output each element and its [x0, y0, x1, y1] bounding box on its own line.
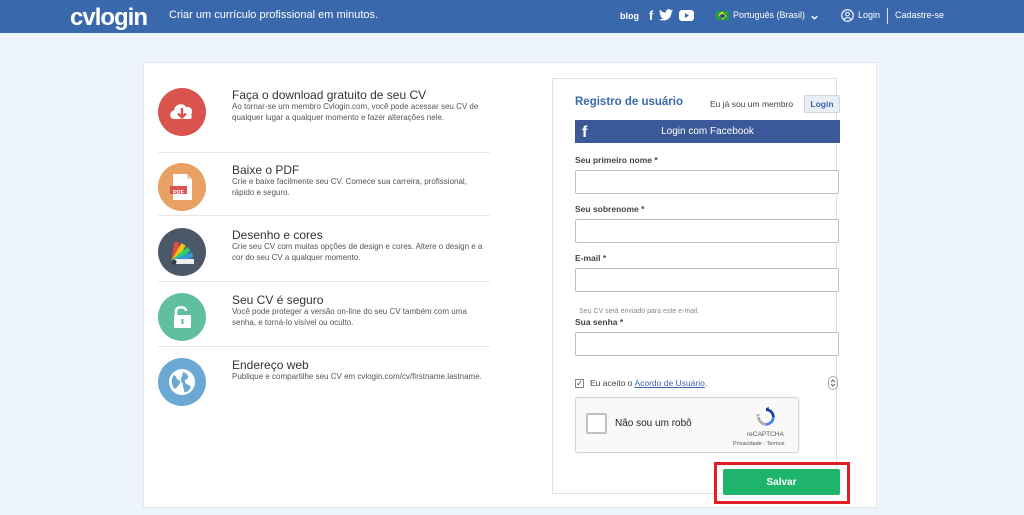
save-button[interactable]: Salvar: [723, 469, 840, 495]
brazil-flag-icon: [716, 11, 729, 20]
facebook-icon[interactable]: f: [646, 8, 656, 23]
form-title: Registro de usuário: [575, 96, 683, 108]
last-name-input[interactable]: [575, 219, 839, 243]
terms-prefix: Eu aceito o: [590, 378, 633, 388]
blog-link[interactable]: blog: [620, 11, 639, 21]
color-palette-icon: [158, 228, 206, 276]
already-member-text: Eu já sou um membro: [710, 99, 794, 109]
user-agreement-link[interactable]: Acordo de Usuário: [634, 378, 704, 388]
first-name-input[interactable]: [575, 170, 839, 194]
youtube-icon[interactable]: [678, 8, 694, 22]
email-help-text: Seu CV será enviado para este e-mail.: [579, 308, 700, 315]
login-button[interactable]: Login: [804, 95, 840, 113]
pdf-icon: PDF: [158, 163, 206, 211]
download-icon: [158, 88, 206, 136]
info-icon[interactable]: [828, 376, 838, 390]
header-login-link[interactable]: Login: [858, 10, 880, 20]
header-tagline: Criar um currículo profissional em minut…: [169, 9, 379, 21]
feature-title: Faça o download gratuito de seu CV: [232, 88, 427, 102]
divider: [158, 152, 490, 153]
password-label: Sua senha *: [575, 317, 624, 327]
password-input[interactable]: [575, 332, 839, 356]
feature-title: Baixe o PDF: [232, 163, 300, 177]
email-label: E-mail *: [575, 253, 607, 263]
feature-title: Endereço web: [232, 358, 309, 372]
user-icon[interactable]: [841, 9, 854, 27]
recaptcha-privacy-terms-links[interactable]: Privacidade - Termos: [733, 441, 785, 447]
feature-description: Crie e baixe facilmente seu CV. Comece s…: [232, 177, 467, 197]
terms-checkbox[interactable]: ✓: [575, 379, 584, 388]
last-name-label: Seu sobrenome *: [575, 204, 645, 214]
feature-title: Seu CV é seguro: [232, 293, 324, 307]
recaptcha-label: Não sou um robô: [615, 418, 692, 429]
feature-description: Ao tornar-se um membro Cvlogin.com, você…: [232, 102, 479, 122]
recaptcha-brand: reCAPTCHA: [747, 431, 784, 438]
divider: [158, 215, 490, 216]
main-card: Faça o download gratuito de seu CV Ao to…: [143, 62, 877, 508]
lock-icon: [158, 293, 206, 341]
divider: [158, 281, 490, 282]
top-navigation-bar: cvlogin Criar um currículo profissional …: [0, 0, 1024, 33]
terms-suffix: .: [704, 378, 708, 388]
language-selector[interactable]: Português (Brasil): [733, 10, 805, 20]
facebook-login-label: Login com Facebook: [661, 126, 754, 137]
feature-description: Você pode proteger a versão on-line do s…: [232, 307, 467, 327]
recaptcha-icon: [755, 406, 777, 433]
first-name-label: Seu primeiro nome *: [575, 155, 658, 165]
feature-description: Crie seu CV com muitas opções de design …: [232, 242, 483, 262]
registration-form: Registro de usuário Eu já sou um membro …: [552, 78, 850, 504]
recaptcha-widget: Não sou um robô reCAPTCHA Privacidade - …: [575, 397, 799, 453]
twitter-icon[interactable]: [658, 8, 673, 22]
terms-agreement: Eu aceito o Acordo de Usuário.: [590, 378, 707, 388]
recaptcha-checkbox[interactable]: [586, 413, 607, 434]
divider: [158, 346, 490, 347]
signup-link[interactable]: Cadastre-se: [895, 10, 944, 20]
facebook-login-button[interactable]: f Login com Facebook: [575, 120, 840, 143]
cvlogin-logo[interactable]: cvlogin: [70, 4, 148, 32]
globe-icon: [158, 358, 206, 406]
facebook-icon: f: [582, 124, 588, 141]
header-divider: [887, 8, 888, 24]
chevron-down-icon[interactable]: [810, 9, 819, 27]
email-input[interactable]: [575, 268, 839, 292]
feature-title: Desenho e cores: [232, 228, 323, 242]
pdf-badge-label: PDF: [173, 190, 184, 196]
feature-description: Publique e compartilhe seu CV em cvlogin…: [232, 372, 482, 381]
